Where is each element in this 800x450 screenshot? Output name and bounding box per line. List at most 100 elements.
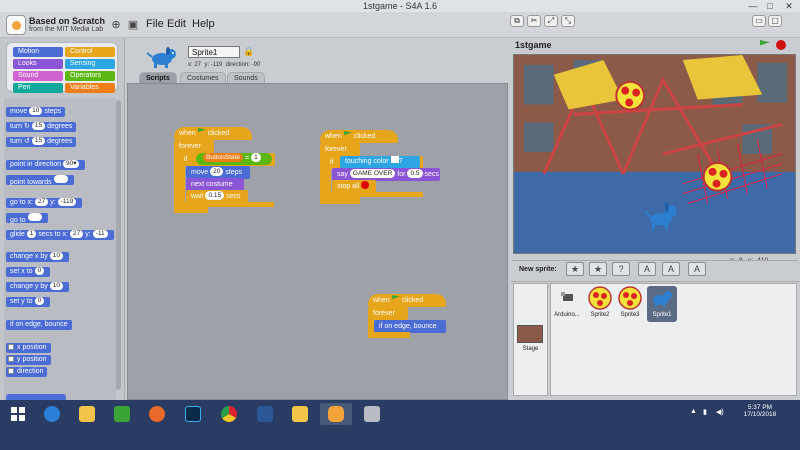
x-position-checkbox[interactable]: [8, 344, 14, 350]
direction-checkbox[interactable]: [8, 368, 14, 374]
firefox-icon: [149, 406, 165, 422]
green-flag-icon: [391, 295, 400, 300]
palette-y-position-reporter[interactable]: y position: [6, 355, 51, 365]
palette-x-position-reporter[interactable]: x position: [6, 343, 51, 353]
sprite-slot-sprite3[interactable]: Sprite3: [615, 286, 645, 322]
taskbar-internet-explorer[interactable]: [36, 403, 68, 425]
arduino-sprite-3-icon[interactable]: A: [688, 262, 706, 276]
y-position-checkbox[interactable]: [8, 356, 14, 362]
script1-equals-operator[interactable]: ButtonState = 1: [196, 153, 272, 165]
windows-logo-icon: [11, 407, 25, 421]
tab-scripts[interactable]: Scripts: [139, 72, 177, 83]
shrink-icon[interactable]: ⤡: [561, 15, 575, 27]
window-title: 1stgame - S4A 1.6: [362, 1, 438, 11]
palette-goto-block[interactable]: go to: [6, 213, 48, 224]
menu-help[interactable]: Help: [192, 18, 215, 30]
stage-sprite2-ball[interactable]: [615, 80, 646, 111]
choose-sprite-file-icon[interactable]: ★: [589, 262, 607, 276]
arduino-sprite-2-icon[interactable]: A: [662, 262, 680, 276]
taskbar-s4a[interactable]: [320, 403, 352, 425]
script2-touching-color[interactable]: touching color?: [340, 156, 420, 168]
grow-icon[interactable]: ⤢: [544, 15, 558, 27]
script1-forever[interactable]: forever: [174, 140, 214, 153]
palette-turn-left-block[interactable]: turn ↺ 15 degrees: [6, 137, 77, 147]
palette-scrollbar[interactable]: [116, 100, 121, 390]
taskbar-firefox[interactable]: [141, 403, 173, 425]
palette-blocks: [4, 98, 116, 434]
tray-up-arrow-icon[interactable]: ▲: [690, 408, 697, 415]
tab-costumes[interactable]: Costumes: [180, 72, 226, 83]
palette-bounce-block[interactable]: if on edge, bounce: [6, 320, 72, 330]
stage-building: [514, 55, 795, 174]
folder-icon: [79, 406, 95, 422]
taskbar-file-explorer[interactable]: [71, 403, 103, 425]
script2-forever[interactable]: forever: [320, 143, 360, 156]
palette-direction-reporter[interactable]: direction: [6, 367, 48, 377]
green-flag-button[interactable]: [760, 40, 770, 46]
category-variables[interactable]: Variables: [65, 83, 115, 93]
category-selector: Motion Control Looks Sensing Sound Opera…: [6, 42, 118, 93]
duplicate-tool-icon[interactable]: ⧉: [510, 15, 524, 27]
app-icon: [364, 406, 380, 422]
sprite-name-input[interactable]: Sprite1: [188, 46, 240, 58]
palette-turn-right-block[interactable]: turn ↻ 15 degrees: [6, 122, 77, 132]
taskbar-app[interactable]: [356, 403, 388, 425]
taskbar-store[interactable]: [106, 403, 138, 425]
menu-edit[interactable]: Edit: [167, 18, 186, 30]
presentation-mode-icon[interactable]: ▢: [768, 15, 782, 27]
category-pen[interactable]: Pen: [13, 83, 63, 93]
category-looks[interactable]: Looks: [13, 59, 63, 69]
sprite-thumbnail-dog-icon[interactable]: [146, 45, 180, 69]
palette-set-y-block[interactable]: set y to 0: [6, 297, 51, 307]
arduino-sprite-icon[interactable]: A: [638, 262, 656, 276]
stop-sign-icon: [361, 181, 370, 189]
taskbar-word[interactable]: [249, 403, 281, 425]
category-operators[interactable]: Operators: [65, 71, 115, 81]
brand-line1: Based on Scratch: [29, 16, 106, 26]
arduino-board-icon: [561, 292, 573, 301]
script2-when-flag-clicked[interactable]: when clicked: [320, 130, 398, 143]
sprite-slot-arduino[interactable]: Arduino...: [552, 286, 582, 322]
menu-file[interactable]: File: [146, 18, 164, 30]
tab-sounds[interactable]: Sounds: [227, 72, 265, 83]
green-flag-icon: [343, 131, 352, 136]
palette-change-y-block[interactable]: change y by 10: [6, 282, 69, 292]
language-globe-icon[interactable]: ⊕: [110, 19, 122, 31]
script1-when-flag-clicked[interactable]: when clicked: [174, 127, 252, 140]
tray-network-icon[interactable]: ▮: [703, 408, 707, 416]
category-sensing[interactable]: Sensing: [65, 59, 115, 69]
stage-sprite3-ball[interactable]: [702, 161, 733, 192]
taskbar-photoshop[interactable]: [177, 403, 209, 425]
category-control[interactable]: Control: [65, 47, 115, 57]
palette-point-direction-block[interactable]: point in direction 90▾: [6, 160, 86, 170]
random-sprite-icon[interactable]: ?: [612, 262, 630, 276]
taskbar-chrome[interactable]: [213, 403, 245, 425]
palette-point-towards-block[interactable]: point towards: [6, 175, 74, 186]
stop-button[interactable]: [776, 40, 786, 50]
sprite-slot-sprite1[interactable]: Sprite1: [647, 286, 677, 322]
maximize-button[interactable]: □: [762, 0, 778, 12]
stage-thumbnail[interactable]: [517, 325, 543, 343]
palette-change-x-block[interactable]: change x by 10: [6, 252, 69, 262]
palette-move-block[interactable]: move 10 steps: [6, 107, 66, 117]
category-motion[interactable]: Motion: [13, 47, 63, 57]
start-button[interactable]: [2, 403, 34, 425]
palette-set-x-block[interactable]: set x to 0: [6, 267, 51, 277]
palette-glide-block[interactable]: glide 1 secs to x: 27 y: -11: [6, 230, 114, 240]
taskbar-clock[interactable]: 5:37 PM 17/10/2018: [735, 404, 785, 418]
paint-new-sprite-icon[interactable]: ★: [566, 262, 584, 276]
script3-when-flag-clicked[interactable]: when clicked: [368, 294, 446, 307]
lock-icon[interactable]: 🔒: [243, 46, 254, 57]
tray-volume-icon[interactable]: ◀): [716, 408, 724, 416]
script3-forever[interactable]: forever: [368, 307, 408, 320]
stage-canvas[interactable]: [513, 54, 796, 254]
save-disk-icon[interactable]: ▣: [127, 19, 139, 31]
touch-color-swatch[interactable]: [390, 156, 399, 163]
taskbar-folder[interactable]: [284, 403, 316, 425]
palette-goto-xy-block[interactable]: go to x: 27 y: -119: [6, 198, 83, 208]
stage-size-icon[interactable]: ▭: [752, 15, 766, 27]
delete-scissors-icon[interactable]: ✂: [527, 15, 541, 27]
minimize-button[interactable]: —: [745, 0, 761, 12]
close-button[interactable]: ✕: [780, 0, 798, 12]
category-sound[interactable]: Sound: [13, 71, 63, 81]
